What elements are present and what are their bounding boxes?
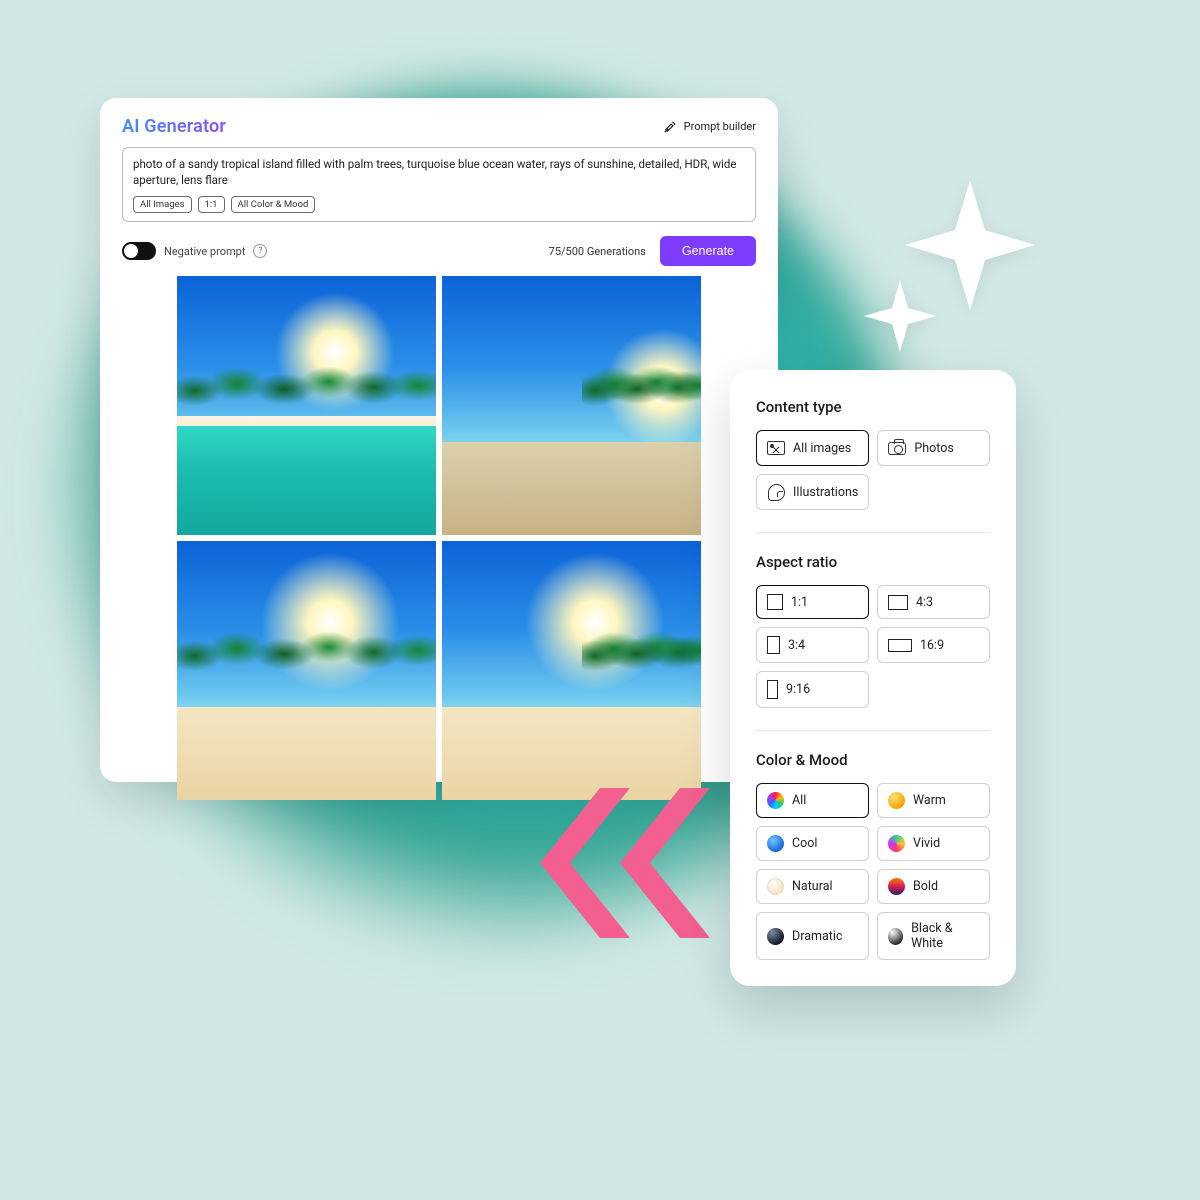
option-mood-bw[interactable]: Black & White [877,912,990,960]
option-illustrations[interactable]: Illustrations [756,474,869,510]
option-label: Vivid [913,836,940,851]
tools-icon [661,118,679,136]
prompt-input[interactable]: photo of a sandy tropical island filled … [122,147,756,222]
option-mood-all[interactable]: All [756,783,869,818]
option-label: All [792,793,806,808]
aspect-9-16-icon [767,680,778,699]
aspect-3-4-icon [767,636,780,654]
options-panel: Content type All images Photos Illustrat… [730,370,1016,986]
option-ratio-1-1[interactable]: 1:1 [756,585,869,619]
negative-prompt-toggle[interactable] [122,242,156,260]
option-label: Cool [792,836,817,851]
option-ratio-4-3[interactable]: 4:3 [877,585,990,619]
divider [756,532,990,533]
option-label: All images [793,441,851,456]
option-ratio-9-16[interactable]: 9:16 [756,671,869,708]
option-label: Bold [913,879,938,894]
swatch-bold-icon [888,878,905,895]
result-thumbnail[interactable] [442,541,701,800]
option-label: 1:1 [791,595,808,610]
option-mood-vivid[interactable]: Vivid [877,826,990,861]
option-label: 3:4 [788,638,805,653]
option-mood-bold[interactable]: Bold [877,869,990,904]
generations-count: 75/500 Generations [549,245,646,258]
divider [756,730,990,731]
option-photos[interactable]: Photos [877,430,990,466]
sparkle-icon [850,170,1050,374]
option-ratio-16-9[interactable]: 16:9 [877,627,990,663]
chip-all-images[interactable]: All Images [133,196,192,213]
camera-icon [888,439,906,457]
option-label: Dramatic [792,929,842,944]
result-thumbnail[interactable] [177,541,436,800]
image-icon [767,439,785,457]
option-ratio-3-4[interactable]: 3:4 [756,627,869,663]
aspect-4-3-icon [888,595,908,610]
swatch-natural-icon [767,878,784,895]
results-grid [177,276,701,800]
option-label: 9:16 [786,682,810,697]
section-title-aspect-ratio: Aspect ratio [756,553,990,571]
option-mood-warm[interactable]: Warm [877,783,990,818]
option-label: Illustrations [793,485,858,500]
option-mood-cool[interactable]: Cool [756,826,869,861]
app-title: AI Generator [122,116,226,137]
aspect-16-9-icon [888,639,912,652]
swatch-warm-icon [888,792,905,809]
option-mood-dramatic[interactable]: Dramatic [756,912,869,960]
aspect-1-1-icon [767,594,783,610]
swatch-dramatic-icon [767,928,784,945]
swatch-all-icon [767,792,784,809]
help-icon[interactable]: ? [253,244,267,258]
generate-button[interactable]: Generate [660,236,756,266]
option-mood-natural[interactable]: Natural [756,869,869,904]
swatch-bw-icon [888,928,903,945]
option-label: 4:3 [916,595,933,610]
option-label: Warm [913,793,946,808]
palette-icon [767,483,785,501]
chip-ratio[interactable]: 1:1 [198,196,225,213]
result-thumbnail[interactable] [442,276,701,535]
negative-prompt-label: Negative prompt [164,245,245,258]
prompt-builder-label: Prompt builder [684,120,756,133]
result-thumbnail[interactable] [177,276,436,535]
swatch-cool-icon [767,835,784,852]
option-label: 16:9 [920,638,944,653]
section-title-content-type: Content type [756,398,990,416]
option-label: Black & White [911,921,979,951]
option-label: Photos [914,441,953,456]
chip-color-mood[interactable]: All Color & Mood [231,196,316,213]
chevron-left-icon [520,768,710,958]
option-all-images[interactable]: All images [756,430,869,466]
section-title-color-mood: Color & Mood [756,751,990,769]
prompt-text: photo of a sandy tropical island filled … [133,156,745,188]
option-label: Natural [792,879,833,894]
swatch-vivid-icon [888,835,905,852]
prompt-builder-link[interactable]: Prompt builder [661,118,756,136]
ai-generator-card: AI Generator Prompt builder photo of a s… [100,98,778,782]
